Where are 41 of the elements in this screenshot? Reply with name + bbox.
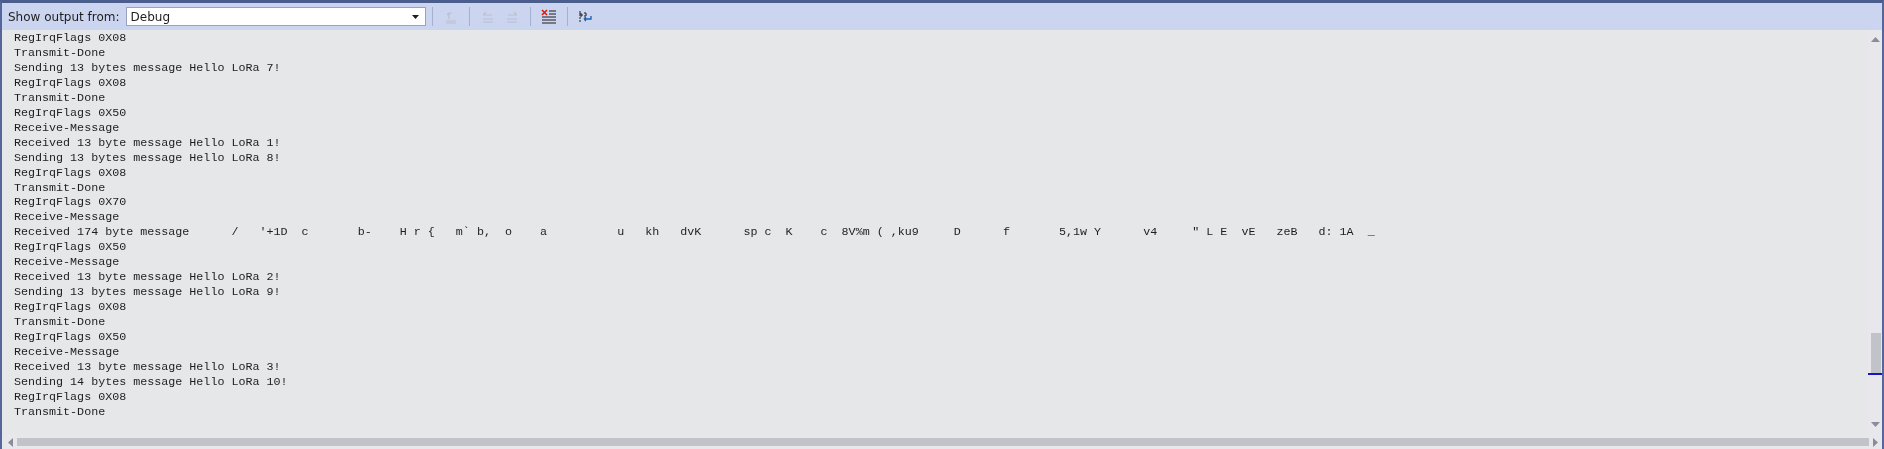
clear-all-icon bbox=[540, 8, 557, 25]
output-line: Receive-Message bbox=[14, 255, 120, 271]
output-line: Received 13 byte message Hello LoRa 1! bbox=[14, 135, 281, 151]
horizontal-scrollbar[interactable] bbox=[2, 435, 1882, 449]
scroll-left-icon[interactable] bbox=[8, 437, 13, 447]
output-line: Sending 13 bytes message Hello LoRa 8! bbox=[14, 150, 281, 166]
output-line: RegIrqFlags 0X70 bbox=[14, 195, 127, 211]
word-wrap-icon bbox=[577, 8, 594, 25]
vertical-scrollbar[interactable] bbox=[1868, 30, 1882, 435]
clear-all-button[interactable] bbox=[538, 6, 559, 27]
output-line: Transmit-Done bbox=[14, 315, 106, 331]
caret-marker bbox=[1868, 373, 1882, 375]
output-line: Sending 14 bytes message Hello LoRa 10! bbox=[14, 374, 288, 390]
source-dropdown[interactable]: Debug bbox=[125, 7, 426, 26]
output-line: RegIrqFlags 0X08 bbox=[14, 75, 127, 91]
output-line: RegIrqFlags 0X08 bbox=[14, 165, 127, 181]
output-line: Transmit-Done bbox=[14, 180, 106, 196]
output-line: RegIrqFlags 0X08 bbox=[14, 300, 127, 316]
caret-icon bbox=[411, 14, 419, 19]
output-line: Received 174 byte message / '+1D c b- H r { m` b, o a u kh dvK sp c K c 8V%m ( ,ku9 D f 5,1w Y v4 " L E vE zeB d: 1A _ bbox=[14, 225, 1375, 241]
output-line: Sending 13 bytes message Hello LoRa 7! bbox=[14, 60, 281, 76]
output-line: RegIrqFlags 0X08 bbox=[14, 31, 127, 46]
scroll-down-icon[interactable] bbox=[1871, 422, 1880, 427]
output-line: RegIrqFlags 0X50 bbox=[14, 330, 127, 345]
scroll-right-icon[interactable] bbox=[1873, 437, 1878, 447]
output-line: Transmit-Done bbox=[14, 404, 106, 420]
output-line: Receive-Message bbox=[14, 210, 120, 226]
output-line: Receive-Message bbox=[14, 345, 120, 360]
output-line: Received 13 byte message Hello LoRa 3! bbox=[14, 359, 281, 375]
output-line: Receive-Message bbox=[14, 120, 120, 136]
output-line: Transmit-Done bbox=[14, 45, 106, 61]
scrollbar-thumb[interactable] bbox=[1871, 333, 1881, 375]
output-line: Sending 13 bytes message Hello LoRa 9! bbox=[14, 285, 281, 301]
output-line: RegIrqFlags 0X50 bbox=[14, 105, 127, 121]
scroll-up-icon[interactable] bbox=[1870, 37, 1880, 42]
output-line: Transmit-Done bbox=[14, 90, 106, 106]
toolbar-label: Show output from: bbox=[8, 9, 120, 24]
output-line: RegIrqFlags 0X08 bbox=[14, 389, 127, 405]
scrollbar-thumb[interactable] bbox=[17, 438, 1869, 446]
output-line: RegIrqFlags 0X50 bbox=[14, 240, 127, 256]
output-line: Received 13 byte message Hello LoRa 2! bbox=[14, 270, 281, 286]
